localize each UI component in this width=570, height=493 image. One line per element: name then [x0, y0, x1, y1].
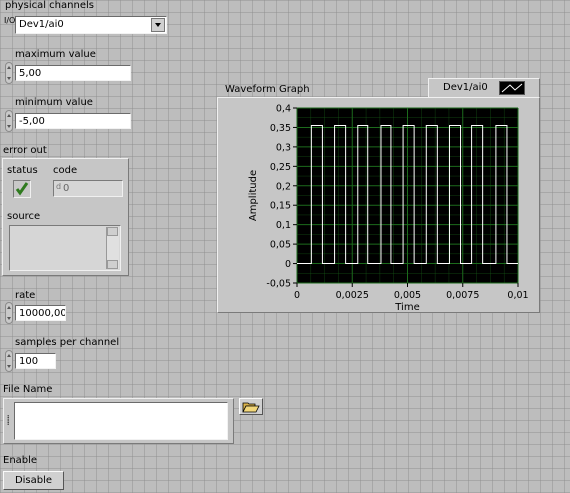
samples-per-channel-input[interactable]: 100 — [15, 353, 56, 369]
samples-per-channel-label: samples per channel — [15, 337, 120, 348]
scroll-up-icon[interactable] — [107, 227, 118, 236]
maximum-value-spinner[interactable] — [5, 62, 13, 84]
source-scrollbar[interactable] — [106, 227, 119, 269]
x-tick-label: 0,005 — [394, 290, 421, 301]
y-tick-label: 0,35 — [270, 123, 291, 134]
file-name-control: ⸽ — [3, 398, 234, 444]
rate-spinner[interactable] — [5, 302, 13, 324]
rate-label: rate — [15, 290, 36, 301]
rate-input[interactable]: 10000,00 — [15, 305, 66, 321]
code-value: 0 — [63, 183, 70, 194]
error-out-cluster: status code d 0 source — [2, 158, 129, 276]
y-axis-label: Amplitude — [248, 170, 259, 221]
physical-channels-select[interactable]: Dev1/ai0 — [15, 16, 167, 34]
maximum-value-label: maximum value — [15, 49, 96, 60]
y-tick-label: 0,2 — [276, 181, 291, 192]
physical-channels-value: Dev1/ai0 — [19, 19, 64, 30]
path-icon: ⸽ — [7, 416, 10, 426]
x-tick-label: 0 — [294, 290, 300, 301]
minimum-value-spinner[interactable] — [5, 110, 13, 132]
waveform-graph: 0,4 0,35 0,3 0,25 0,2 0,15 0,1 0,05 0 -0,05 0 0,002… — [217, 97, 540, 313]
file-name-label: File Name — [3, 384, 53, 395]
enable-label: Enable — [3, 455, 38, 466]
browse-button[interactable] — [239, 398, 263, 415]
file-name-input[interactable] — [14, 402, 228, 440]
y-tick-label: 0,15 — [270, 201, 291, 212]
y-tick-label: 0 — [285, 259, 291, 270]
source-label: source — [7, 211, 41, 222]
x-axis-label: Time — [394, 302, 419, 313]
checkmark-icon — [15, 182, 29, 196]
graph-title: Waveform Graph — [225, 84, 310, 95]
legend-plot-icon — [499, 81, 525, 95]
x-tick-label: 0,01 — [507, 290, 528, 301]
minimum-value-input[interactable]: -5,00 — [15, 113, 131, 129]
samples-per-channel-spinner[interactable] — [5, 350, 13, 372]
source-field — [9, 225, 121, 271]
disable-button[interactable]: Disable — [3, 471, 64, 490]
folder-open-icon — [242, 402, 260, 413]
legend-label: Dev1/ai0 — [443, 82, 488, 93]
graph-legend[interactable]: Dev1/ai0 — [428, 78, 540, 98]
maximum-value-input[interactable]: 5,00 — [15, 65, 131, 81]
status-label: status — [7, 165, 38, 176]
physical-channels-label: physical channels — [5, 0, 94, 11]
minimum-value-label: minimum value — [15, 97, 93, 108]
y-tick-label: -0,05 — [266, 279, 291, 290]
error-out-label: error out — [3, 145, 47, 156]
y-tick-label: 0,25 — [270, 162, 291, 173]
code-radix-icon: d — [56, 182, 62, 191]
x-tick-label: 0,0075 — [446, 290, 479, 301]
y-tick-label: 0,1 — [276, 220, 291, 231]
code-field: d 0 — [53, 180, 123, 197]
x-tick-label: 0,0025 — [336, 290, 369, 301]
dropdown-arrow-icon[interactable] — [151, 18, 165, 32]
code-label: code — [53, 165, 78, 176]
waveform-plot[interactable]: 0,40,350,30,250,20,150,10,050-0,050 0,002… — [218, 98, 539, 314]
y-tick-label: 0,05 — [270, 240, 291, 251]
status-indicator — [13, 180, 31, 198]
io-icon: I/O — [4, 16, 16, 25]
y-tick-label: 0,4 — [276, 104, 291, 115]
y-tick-label: 0,3 — [276, 142, 291, 153]
scroll-down-icon[interactable] — [107, 260, 118, 269]
